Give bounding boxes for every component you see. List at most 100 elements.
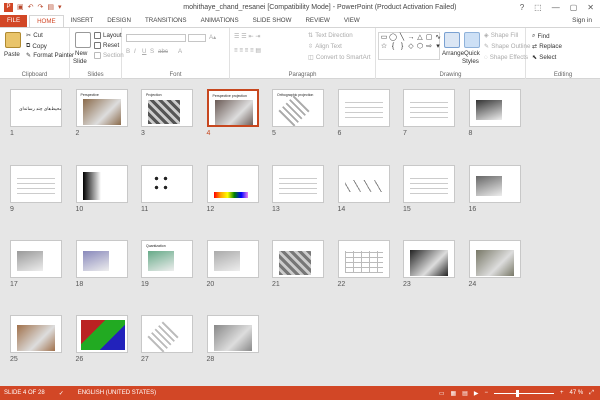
tab-slide-show[interactable]: SLIDE SHOW <box>246 15 299 27</box>
slide-thumbnail-4[interactable]: Perspective projection <box>206 89 259 127</box>
slide-thumbnail-18[interactable] <box>75 240 128 278</box>
shape-outline-button[interactable]: ✎ Shape Outline <box>484 43 530 50</box>
minimize-button[interactable]: — <box>552 3 560 12</box>
spellcheck-icon[interactable]: ✓ <box>59 390 64 397</box>
slide-thumbnail-5[interactable]: Orthographic projection <box>272 89 324 127</box>
strikethrough-button[interactable]: abc <box>158 48 168 55</box>
slide-thumbnail-24[interactable] <box>468 240 521 278</box>
save-icon[interactable]: ▣ <box>17 3 24 11</box>
bold-button[interactable]: B <box>126 48 130 55</box>
fit-slide-icon[interactable]: ⤢ <box>589 390 594 397</box>
start-slideshow-icon[interactable]: ▤ <box>47 3 54 11</box>
more-shapes-icon[interactable]: ▾ <box>434 43 442 51</box>
new-slide-button[interactable]: New <box>75 50 87 57</box>
slide-thumbnail-17[interactable] <box>10 240 62 278</box>
slide-thumbnail-7[interactable] <box>403 89 455 127</box>
slide-thumbnail-16[interactable] <box>468 165 521 203</box>
slide-thumbnail-11[interactable] <box>141 165 193 203</box>
arrow-shape-icon[interactable]: → <box>407 34 415 42</box>
select-button[interactable]: ⬉ Select <box>532 54 556 61</box>
tab-transitions[interactable]: TRANSITIONS <box>138 15 194 27</box>
slide-thumbnail-2[interactable]: Perspective <box>75 89 128 127</box>
tab-animations[interactable]: ANIMATIONS <box>194 15 246 27</box>
curve-shape-icon[interactable]: ∿ <box>434 34 442 42</box>
slide-thumbnail-28[interactable] <box>206 315 259 353</box>
convert-smartart-button[interactable]: ◫ Convert to SmartArt <box>308 54 371 61</box>
brace-right-shape-icon[interactable]: } <box>398 43 406 51</box>
layout-button[interactable]: Layout <box>94 32 122 39</box>
bullets-button[interactable]: ☰ ☰ ⇤ ⇥ <box>234 33 261 40</box>
slide-thumbnail-23[interactable] <box>403 240 455 278</box>
slide-thumbnail-21[interactable] <box>272 240 324 278</box>
maximize-button[interactable]: ▢ <box>570 3 578 12</box>
cut-button[interactable]: ✂ Cut <box>26 32 43 39</box>
quick-styles-icon[interactable] <box>464 32 480 48</box>
font-size-field[interactable] <box>188 34 206 42</box>
zoom-in-button[interactable]: + <box>560 390 564 396</box>
slide-thumbnail-27[interactable] <box>141 315 193 353</box>
find-button[interactable]: ⌕ Find <box>532 32 550 40</box>
new-slide-icon[interactable] <box>75 32 91 48</box>
slide-thumbnail-22[interactable] <box>337 240 390 278</box>
slide-thumbnail-12[interactable] <box>206 165 259 203</box>
arrange-button[interactable]: Arrange <box>442 50 464 57</box>
tab-file[interactable]: FILE <box>0 15 28 27</box>
tab-review[interactable]: REVIEW <box>298 15 336 27</box>
zoom-level[interactable]: 47 % <box>570 390 584 396</box>
close-button[interactable]: ✕ <box>587 3 594 12</box>
tab-insert[interactable]: INSERT <box>64 15 101 27</box>
tab-home[interactable]: HOME <box>29 15 64 27</box>
copy-button[interactable]: ⧉ Copy <box>26 42 47 50</box>
quick-styles-button-2[interactable]: Styles <box>462 58 479 65</box>
quick-styles-button[interactable]: Quick <box>464 50 480 57</box>
reading-view-icon[interactable]: ▤ <box>462 390 468 397</box>
font-name-field[interactable] <box>126 34 186 42</box>
underline-button[interactable]: U <box>142 48 146 55</box>
italic-button[interactable]: I <box>134 48 136 55</box>
sign-in-link[interactable]: Sign in <box>572 15 600 27</box>
slide-thumbnail-9[interactable] <box>10 165 62 203</box>
shapes-gallery[interactable]: ▭ ◯ ╲ → △ ▢ ∿ ☆ { } ◇ ⬡ ⇨ ▾ <box>378 32 442 60</box>
slide-thumbnail-25[interactable] <box>10 315 62 353</box>
help-button[interactable]: ? <box>520 3 524 12</box>
tab-design[interactable]: DESIGN <box>100 15 138 27</box>
normal-view-icon[interactable]: ▭ <box>439 390 445 397</box>
zoom-out-button[interactable]: − <box>484 390 488 396</box>
tab-view[interactable]: VIEW <box>337 15 367 27</box>
paste-icon[interactable] <box>5 32 21 48</box>
font-color-button[interactable]: A <box>178 48 182 55</box>
brace-shape-icon[interactable]: { <box>389 43 397 51</box>
slideshow-view-icon[interactable]: ▶ <box>474 390 479 397</box>
slide-thumbnail-26[interactable] <box>75 315 128 353</box>
slide-thumbnail-13[interactable] <box>272 165 324 203</box>
slide-thumbnail-15[interactable] <box>403 165 455 203</box>
language-indicator[interactable]: ENGLISH (UNITED STATES) <box>78 390 156 396</box>
section-button[interactable]: Section <box>94 52 124 59</box>
new-slide-button-2[interactable]: Slide <box>73 58 87 65</box>
oval-shape-icon[interactable]: ◯ <box>389 34 397 42</box>
customize-qat-icon[interactable]: ▾ <box>58 3 62 11</box>
slide-thumbnail-8[interactable] <box>468 89 521 127</box>
arrange-icon[interactable] <box>444 32 460 48</box>
slide-thumbnail-14[interactable] <box>337 165 390 203</box>
slide-thumbnail-19[interactable]: Quantization <box>141 240 193 278</box>
slide-thumbnail-20[interactable] <box>206 240 259 278</box>
reset-button[interactable]: Reset <box>94 42 119 49</box>
zoom-slider[interactable] <box>493 389 554 397</box>
shape-effects-button[interactable]: ◌ Shape Effects <box>484 54 528 61</box>
align-buttons[interactable]: ≡ ≡ ≡ ≡ ▤ <box>234 47 261 54</box>
paste-button[interactable]: Paste <box>4 51 20 58</box>
block-arrow-shape-icon[interactable]: ⇨ <box>425 43 433 51</box>
replace-button[interactable]: ⇄ Replace <box>532 43 562 50</box>
slide-thumbnail-10[interactable] <box>75 165 128 203</box>
rectangle-shape-icon[interactable]: ▭ <box>380 34 388 42</box>
slide-thumbnail-1[interactable]: محیط‌های چند رسانه‌ای <box>10 89 62 127</box>
ribbon-display-button[interactable]: ⬚ <box>534 3 542 12</box>
shadow-button[interactable]: S <box>150 48 154 55</box>
text-direction-button[interactable]: ⇅ Text Direction <box>308 32 353 39</box>
align-text-button[interactable]: ⇳ Align Text <box>308 43 342 50</box>
grow-font-button[interactable]: A▴ <box>209 34 216 41</box>
hexagon-shape-icon[interactable]: ⬡ <box>416 43 424 51</box>
rounded-rect-shape-icon[interactable]: ▢ <box>425 34 433 42</box>
slide-sorter-view-icon[interactable]: ▦ <box>451 390 457 397</box>
